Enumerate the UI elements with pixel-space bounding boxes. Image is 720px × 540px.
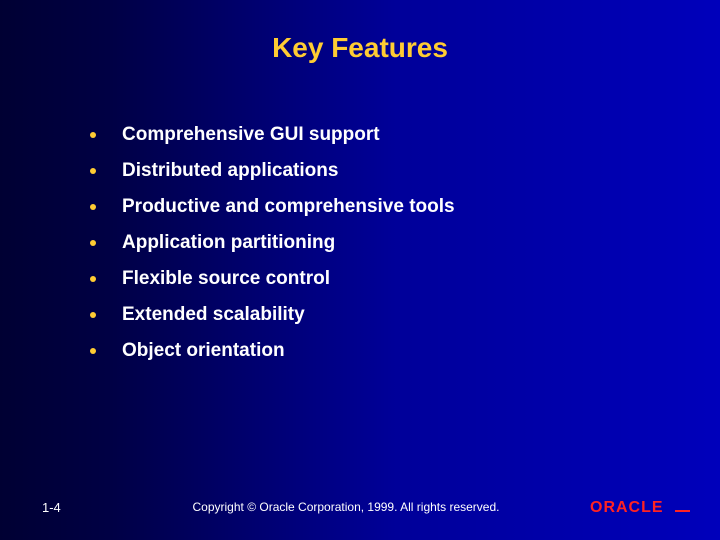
bullet-text: Productive and comprehensive tools — [122, 196, 455, 218]
bullet-text: Flexible source control — [122, 268, 330, 290]
bullet-icon — [90, 240, 96, 246]
list-item: Extended scalability — [90, 304, 720, 326]
oracle-logo-text: ORACLE — [590, 499, 664, 516]
bullet-text: Distributed applications — [122, 160, 338, 182]
bullet-icon — [90, 312, 96, 318]
bullet-text: Application partitioning — [122, 232, 335, 254]
bullet-icon — [90, 132, 96, 138]
page-number: 1-4 — [42, 500, 102, 515]
bullet-text: Extended scalability — [122, 304, 305, 326]
list-item: Object orientation — [90, 340, 720, 362]
copyright-text: Copyright © Oracle Corporation, 1999. Al… — [102, 500, 590, 514]
bullet-text: Object orientation — [122, 340, 285, 362]
list-item: Productive and comprehensive tools — [90, 196, 720, 218]
list-item: Comprehensive GUI support — [90, 124, 720, 146]
slide-title: Key Features — [0, 0, 720, 64]
bullet-list: Comprehensive GUI support Distributed ap… — [90, 124, 720, 362]
list-item: Application partitioning — [90, 232, 720, 254]
bullet-text: Comprehensive GUI support — [122, 124, 380, 146]
list-item: Flexible source control — [90, 268, 720, 290]
slide: Key Features Comprehensive GUI support D… — [0, 0, 720, 540]
bullet-icon — [90, 276, 96, 282]
bullet-icon — [90, 348, 96, 354]
footer: 1-4 Copyright © Oracle Corporation, 1999… — [0, 498, 720, 516]
oracle-logo: ORACLE — [590, 498, 690, 516]
list-item: Distributed applications — [90, 160, 720, 182]
bullet-icon — [90, 204, 96, 210]
bullet-icon — [90, 168, 96, 174]
